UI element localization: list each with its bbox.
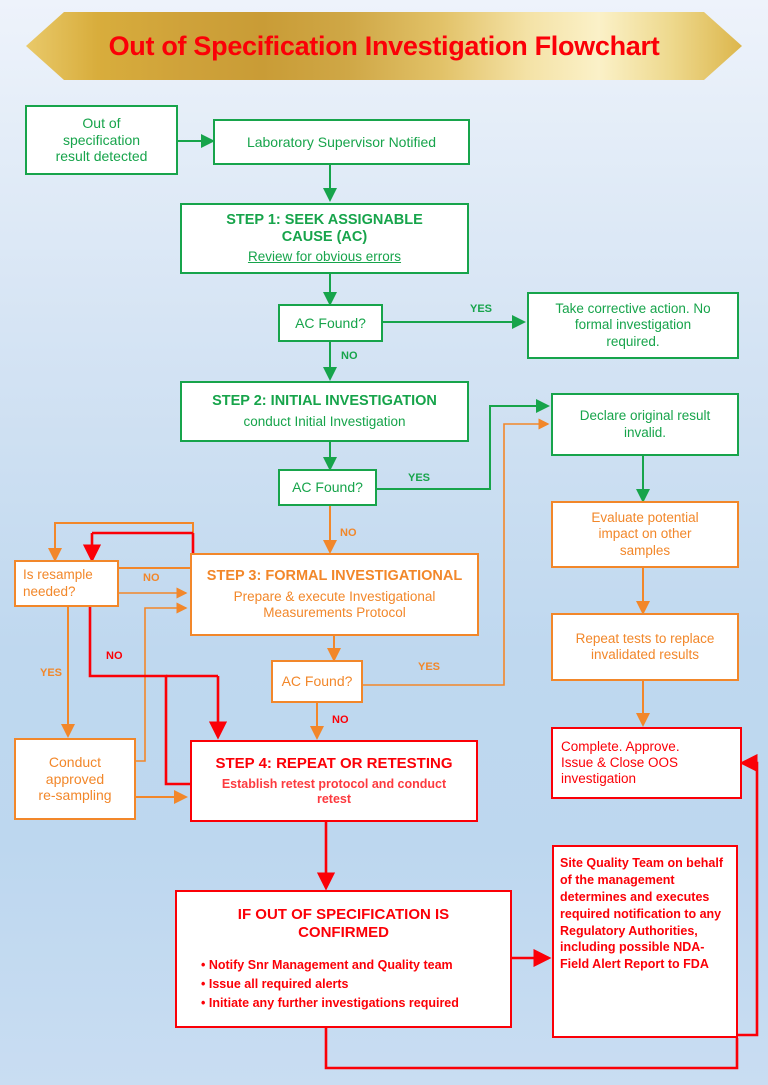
node-step1-title: STEP 1: SEEK ASSIGNABLE CAUSE (AC) — [226, 212, 423, 246]
node-step1[interactable]: STEP 1: SEEK ASSIGNABLE CAUSE (AC) Revie… — [180, 203, 469, 274]
node-oos-confirmed-bullets: • Notify Snr Management and Quality team… — [177, 956, 510, 1012]
node-step3-subtitle: Prepare & execute Investigational Measur… — [233, 588, 436, 620]
node-step4-title: STEP 4: REPEAT OR RETESTING — [215, 755, 453, 772]
edge-label-no-resample: NO — [143, 572, 160, 584]
edge-label-yes-resample: YES — [40, 667, 63, 679]
node-site-quality-team[interactable]: Site Quality Team on behalf of the manag… — [552, 845, 738, 1038]
edge-label-no-3: NO — [332, 714, 349, 726]
node-take-corrective-action[interactable]: Take corrective action. No formal invest… — [527, 292, 739, 359]
node-oos-confirmed[interactable]: IF OUT OF SPECIFICATION IS CONFIRMED • N… — [175, 890, 512, 1028]
node-step2[interactable]: STEP 2: INITIAL INVESTIGATION conduct In… — [180, 381, 469, 442]
node-repeat-tests[interactable]: Repeat tests to replace invalidated resu… — [551, 613, 739, 681]
node-declare-original-result-invalid[interactable]: Declare original result invalid. — [551, 393, 739, 456]
node-ac-found-3[interactable]: AC Found? — [271, 660, 363, 703]
list-item: • Initiate any further investigations re… — [201, 995, 459, 1010]
node-step2-subtitle: conduct Initial Investigation — [243, 413, 406, 429]
node-step2-title: STEP 2: INITIAL INVESTIGATION — [212, 393, 437, 410]
edge-label-yes-3: YES — [418, 661, 441, 673]
flowchart-canvas: Out of Specification Investigation Flowc… — [0, 0, 768, 1085]
node-conduct-approved-resampling[interactable]: Conduct approved re-sampling — [14, 738, 136, 820]
node-step4[interactable]: STEP 4: REPEAT OR RETESTING Establish re… — [190, 740, 478, 822]
list-item: • Notify Snr Management and Quality team — [201, 958, 453, 972]
node-evaluate-potential-impact[interactable]: Evaluate potential impact on other sampl… — [551, 501, 739, 568]
edge-label-no-2: NO — [340, 527, 357, 539]
node-step3-title: STEP 3: FORMAL INVESTIGATIONAL — [206, 568, 463, 585]
page-title: Out of Specification Investigation Flowc… — [108, 30, 660, 61]
node-step1-subtitle: Review for obvious errors — [247, 248, 402, 264]
node-step4-subtitle: Establish retest protocol and conduct re… — [221, 777, 447, 806]
edge-label-no-resample-red: NO — [106, 650, 123, 662]
node-oos-confirmed-title: IF OUT OF SPECIFICATION IS CONFIRMED — [237, 906, 450, 941]
node-ac-found-1[interactable]: AC Found? — [278, 304, 383, 342]
edge-label-yes-2: YES — [408, 472, 431, 484]
node-site-quality-team-text: Site Quality Team on behalf of the manag… — [560, 856, 723, 972]
edge-label-no-1: NO — [341, 350, 358, 362]
list-item: • Issue all required alerts — [201, 976, 349, 991]
edge-label-yes-1: YES — [470, 303, 493, 315]
node-complete-approve-close[interactable]: Complete. Approve. Issue & Close OOS inv… — [551, 727, 742, 799]
node-lab-supervisor-notified[interactable]: Laboratory Supervisor Notified — [213, 119, 470, 165]
node-is-resample-needed[interactable]: Is resample needed? — [14, 560, 119, 607]
page-title-banner: Out of Specification Investigation Flowc… — [26, 12, 742, 80]
node-step3[interactable]: STEP 3: FORMAL INVESTIGATIONAL Prepare &… — [190, 553, 479, 636]
node-ac-found-2[interactable]: AC Found? — [278, 469, 377, 506]
node-oos-detected[interactable]: Out of specification result detected — [25, 105, 178, 175]
